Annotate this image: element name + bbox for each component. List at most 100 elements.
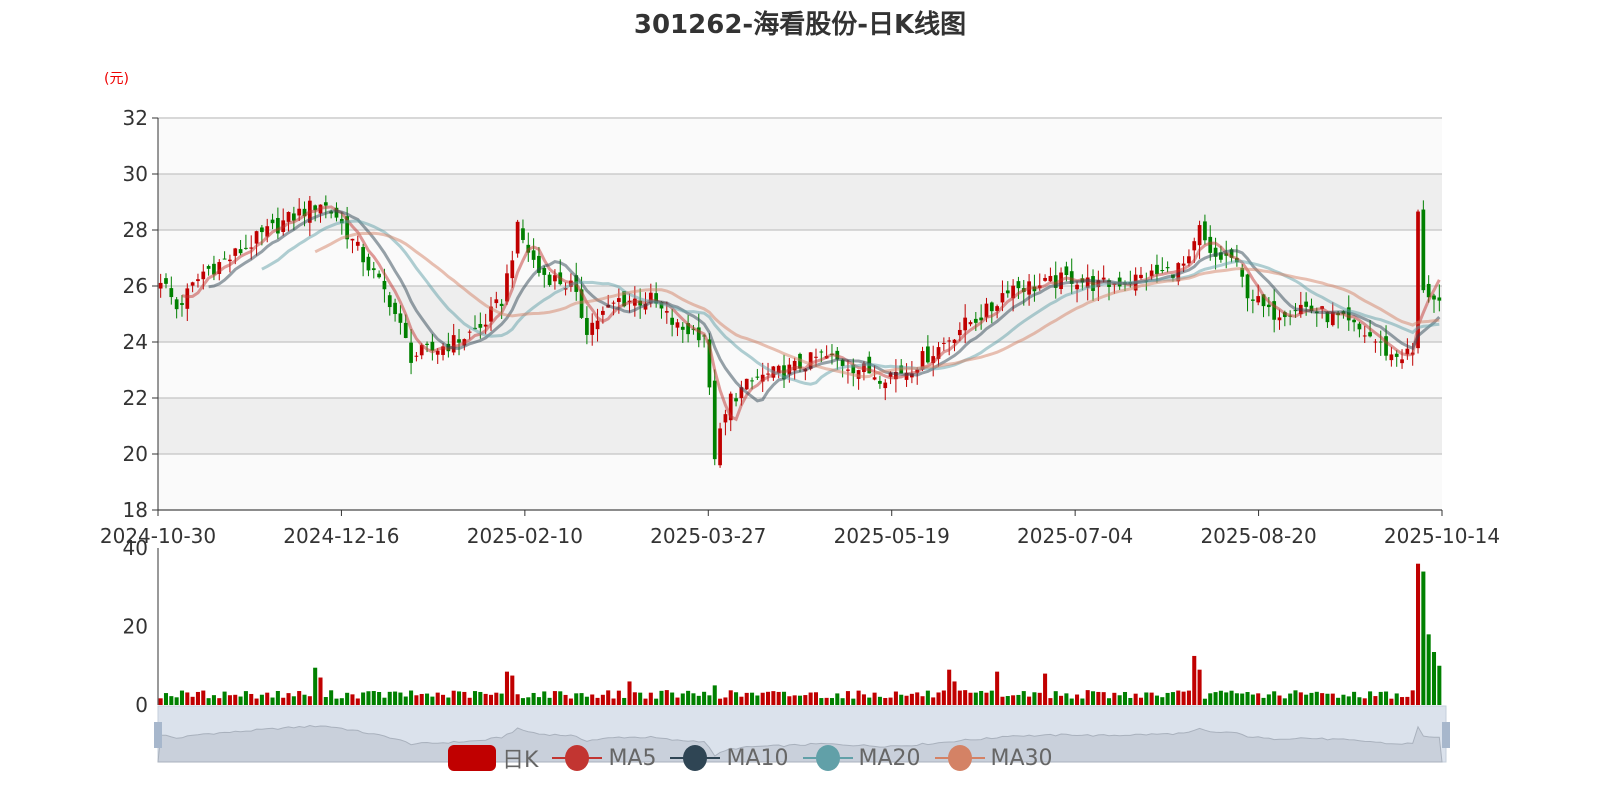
candle-body <box>718 428 722 466</box>
candle-body <box>393 302 397 315</box>
volume-bar <box>1240 693 1245 705</box>
volume-bar <box>957 690 962 705</box>
volume-bar <box>472 691 478 705</box>
volume-bar <box>654 698 659 705</box>
candle-body <box>1048 275 1053 282</box>
volume-bar <box>1405 696 1410 705</box>
candle-body <box>238 249 243 254</box>
volume-bar <box>1352 691 1357 705</box>
volume-bar <box>861 694 866 705</box>
candle-body <box>595 320 600 330</box>
legend-item-ma30[interactable]: MA30 <box>934 745 1053 771</box>
volume-bar <box>163 693 169 705</box>
volume-bar <box>558 691 563 705</box>
y-tick-label: 32 <box>123 106 148 130</box>
candle-body <box>297 208 302 216</box>
volume-bar <box>1197 669 1202 705</box>
volume-bar <box>323 697 328 705</box>
volume-bar <box>403 696 408 705</box>
volume-bar <box>169 696 174 705</box>
volume-bar <box>941 690 946 705</box>
legend-item-kline[interactable]: 日K <box>448 742 538 774</box>
volume-bar <box>1384 691 1389 705</box>
volume-bar <box>1357 697 1362 705</box>
volume-bar <box>398 692 403 705</box>
candle-body <box>174 299 179 310</box>
volume-bar <box>393 691 398 705</box>
volume-bar <box>1208 693 1213 705</box>
candle-body <box>1394 353 1399 357</box>
volume-bar <box>441 694 446 705</box>
slider-handle-right[interactable] <box>1442 722 1450 748</box>
legend-item-ma5[interactable]: MA5 <box>552 745 656 771</box>
volume-bar <box>1298 692 1303 705</box>
candle-body <box>1000 293 1005 303</box>
volume-bar <box>632 692 637 705</box>
volume-bar <box>1112 692 1117 705</box>
x-tick-label: 2024-12-16 <box>283 524 399 548</box>
volume-bar <box>755 695 760 705</box>
volume-bar <box>1170 692 1175 705</box>
volume-bar <box>286 693 291 705</box>
candle-body <box>169 288 174 298</box>
volume-bar <box>456 691 462 705</box>
candle-body <box>611 302 616 304</box>
volume-bar <box>686 690 691 705</box>
volume-bar <box>297 691 302 705</box>
slider-handle-left[interactable] <box>154 722 162 748</box>
volume-bar <box>728 690 733 705</box>
legend-item-ma20[interactable]: MA20 <box>802 745 921 771</box>
candle-body <box>286 211 291 222</box>
volume-bar <box>1053 691 1058 705</box>
volume-bar <box>1122 691 1128 705</box>
volume-bar <box>979 690 984 705</box>
volume-bar <box>680 693 685 705</box>
candle-body <box>1101 277 1106 280</box>
candle-body <box>712 380 717 460</box>
volume-bar <box>840 698 845 705</box>
volume-bar <box>1410 690 1415 705</box>
legend-item-ma10[interactable]: MA10 <box>670 745 789 771</box>
volume-bar <box>813 692 819 705</box>
candle-body <box>664 311 669 313</box>
volume-bar <box>1186 690 1191 705</box>
volume-bar <box>1224 692 1229 705</box>
volume-bar <box>760 692 765 705</box>
candle-body <box>670 317 674 325</box>
volume-bar <box>515 694 520 705</box>
volume-bar <box>648 692 653 705</box>
candle-body <box>1304 301 1309 307</box>
candle-body <box>819 351 824 353</box>
volume-bar <box>877 696 882 705</box>
volume-y-tick-label: 0 <box>135 693 148 717</box>
volume-bar <box>696 695 701 705</box>
candle-body <box>467 331 472 333</box>
volume-bar <box>1378 691 1383 705</box>
candle-body <box>403 322 408 338</box>
candle-body <box>1277 317 1282 321</box>
volume-bar <box>1256 693 1261 705</box>
volume-bar <box>1059 695 1064 705</box>
x-tick-label: 2025-03-27 <box>650 524 766 548</box>
volume-bar <box>1330 693 1335 705</box>
candle-body <box>164 278 168 284</box>
volume-bar <box>334 698 339 705</box>
y-tick-label: 26 <box>123 274 148 298</box>
volume-bar <box>824 697 829 705</box>
volume-bar <box>1069 698 1074 705</box>
volume-bar <box>1325 693 1330 705</box>
volume-bar <box>1096 691 1101 705</box>
candle-body <box>371 268 376 271</box>
volume-bar <box>201 690 206 705</box>
ma10-legend-icon <box>670 745 721 771</box>
volume-bar <box>1011 695 1016 705</box>
volume-bar <box>1368 691 1373 705</box>
volume-bar <box>1250 694 1255 705</box>
volume-bar <box>345 692 350 705</box>
volume-bar <box>856 690 861 705</box>
volume-bar <box>377 691 382 705</box>
volume-bar <box>281 697 286 705</box>
volume-bar <box>179 690 184 705</box>
volume-bar <box>659 690 664 705</box>
volume-bar <box>1202 698 1207 705</box>
